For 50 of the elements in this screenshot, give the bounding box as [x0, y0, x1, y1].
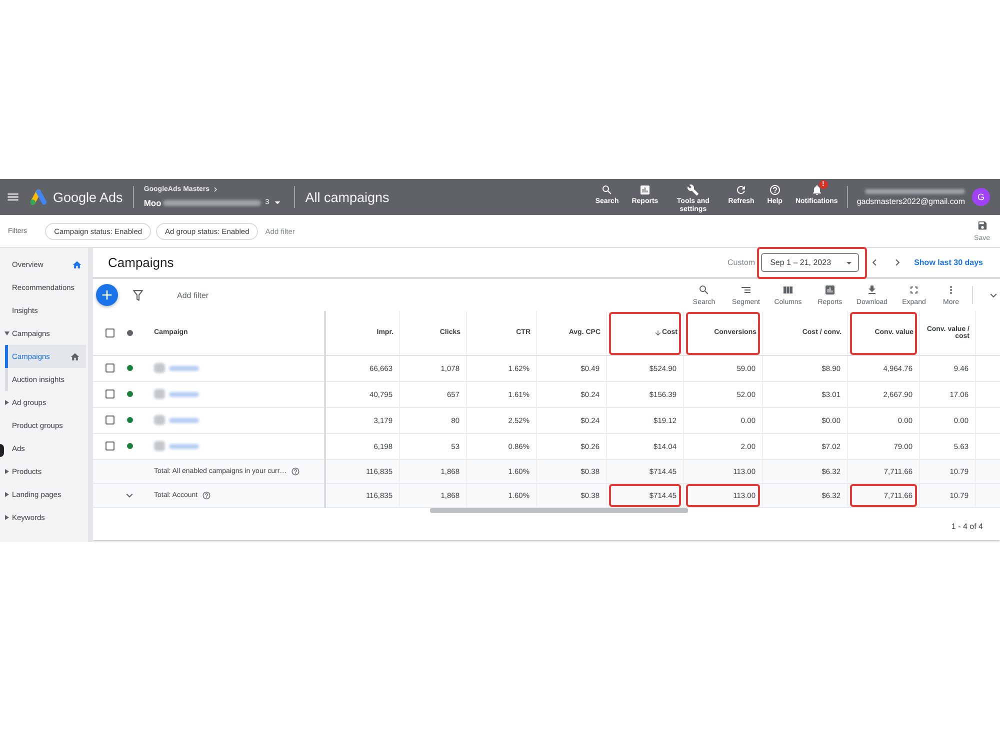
date-preset-label: Custom [728, 258, 756, 267]
status-column-icon [127, 330, 133, 336]
account-email: gadsmasters2022@gmail.com [856, 196, 965, 206]
add-filter-button[interactable]: Add filter [177, 290, 209, 300]
blurred-campaign-name [169, 444, 199, 448]
help-icon [768, 184, 781, 196]
home-icon[interactable] [72, 260, 82, 270]
blurred-campaign-name [169, 366, 199, 370]
filter-icon[interactable] [133, 290, 143, 300]
bar-chart-icon [824, 284, 836, 296]
avatar[interactable]: G [972, 188, 990, 206]
add-button[interactable] [96, 284, 118, 306]
account-name: Moo [144, 198, 162, 208]
row-checkbox[interactable] [104, 440, 116, 452]
caret-icon[interactable] [5, 492, 9, 497]
blurred-campaign-name [169, 392, 199, 396]
search-icon [601, 184, 614, 196]
refresh-icon [735, 184, 748, 196]
help-icon[interactable] [290, 466, 300, 476]
row-checkbox[interactable] [104, 388, 116, 400]
blurred-thumbnail [154, 441, 165, 451]
section-heading: Campaigns [108, 255, 174, 270]
wrench-icon [687, 184, 700, 196]
search-icon [698, 284, 710, 296]
blurred-thumbnail [154, 389, 165, 399]
row-checkbox[interactable] [104, 362, 116, 374]
date-range-dropdown[interactable]: Sep 1 – 21, 2023 [761, 253, 860, 272]
columns-icon [782, 284, 794, 296]
scrollbar-thumb[interactable] [430, 508, 688, 512]
caret-icon[interactable] [5, 469, 9, 474]
row-checkbox[interactable] [104, 414, 116, 426]
download-icon [866, 284, 878, 296]
show-last-30-days-link[interactable]: Show last 30 days [914, 258, 983, 267]
pagination-label: 1 - 4 of 4 [951, 522, 983, 531]
blurred-thumbnail [154, 363, 165, 373]
logo-icon [30, 189, 47, 205]
caret-icon[interactable] [5, 515, 9, 520]
bar-chart-icon [638, 184, 651, 196]
blurred-campaign-name [169, 418, 199, 422]
caret-icon[interactable] [5, 400, 9, 405]
blurred-thumbnail [154, 415, 165, 425]
page-title: All campaigns [305, 190, 390, 204]
fullscreen-icon [908, 284, 920, 296]
select-all-checkbox[interactable] [104, 326, 116, 339]
bell-icon [810, 184, 823, 196]
home-icon[interactable] [70, 352, 80, 362]
help-icon[interactable] [202, 490, 211, 500]
save-icon [976, 220, 988, 231]
caret-icon[interactable] [4, 332, 10, 336]
app-name: Google Ads [53, 190, 123, 204]
